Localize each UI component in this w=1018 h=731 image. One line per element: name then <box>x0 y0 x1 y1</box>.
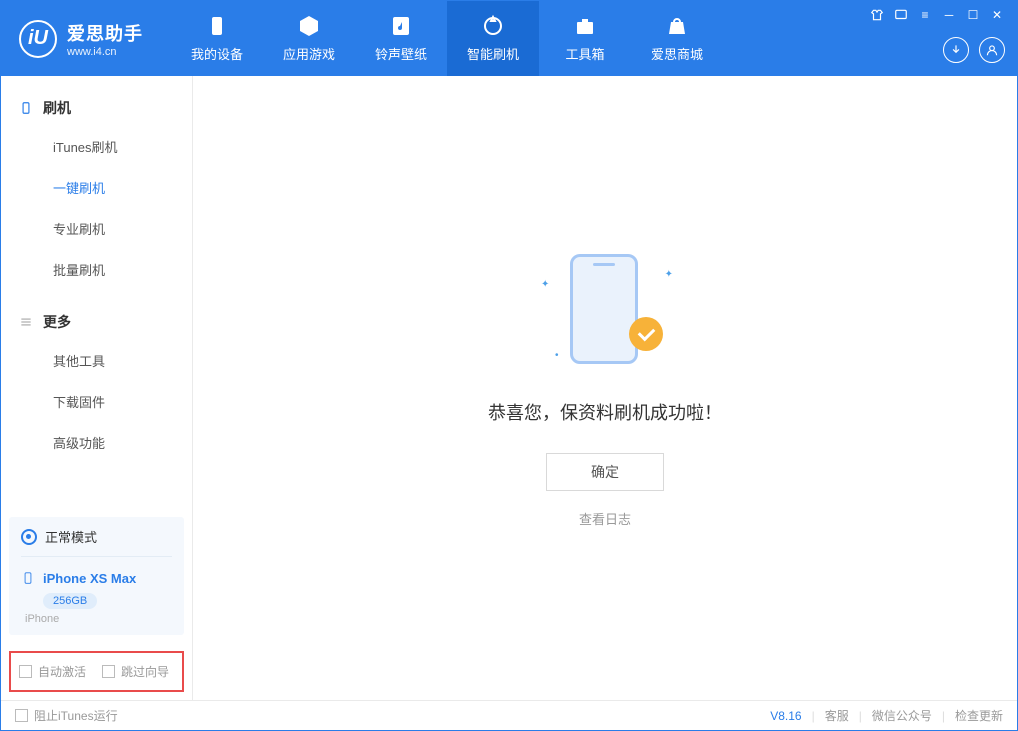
nav-tabs: 我的设备 应用游戏 铃声壁纸 智能刷机 工具箱 爱思商城 <box>171 1 723 76</box>
sparkle-icon: ✦ <box>541 279 549 290</box>
device-mode[interactable]: 正常模式 <box>21 527 172 557</box>
bottom-checks-highlight: 自动激活 跳过向导 <box>9 651 184 692</box>
tab-store[interactable]: 爱思商城 <box>631 1 723 76</box>
user-controls <box>943 37 1005 63</box>
main-content: ✦ ✦ • 恭喜您，保资料刷机成功啦！ 确定 查看日志 <box>193 76 1017 700</box>
sidebar-title: 更多 <box>43 312 71 332</box>
sidebar-header-more: 更多 <box>1 304 192 340</box>
checkbox-label: 跳过向导 <box>121 663 169 680</box>
footer-right: V8.16 | 客服 | 微信公众号 | 检查更新 <box>770 707 1003 724</box>
success-illustration: ✦ ✦ • <box>535 249 675 369</box>
sidebar-item-itunes-flash[interactable]: iTunes刷机 <box>1 126 192 167</box>
phone-illustration <box>570 254 638 364</box>
mode-icon <box>21 529 37 545</box>
device-icon <box>205 14 229 38</box>
footer: 阻止iTunes运行 V8.16 | 客服 | 微信公众号 | 检查更新 <box>1 700 1017 730</box>
checkbox-icon <box>15 709 28 722</box>
sparkle-icon: • <box>555 350 559 361</box>
phone-icon <box>19 101 33 115</box>
tab-toolbox[interactable]: 工具箱 <box>539 1 631 76</box>
checkbox-block-itunes[interactable]: 阻止iTunes运行 <box>15 707 118 724</box>
device-name: iPhone XS Max <box>43 571 136 586</box>
sidebar-header-flash: 刷机 <box>1 90 192 126</box>
checkbox-icon <box>19 665 32 678</box>
ok-button[interactable]: 确定 <box>546 453 664 491</box>
sidebar-title: 刷机 <box>43 98 71 118</box>
tab-label: 智能刷机 <box>467 44 519 63</box>
checkbox-icon <box>102 665 115 678</box>
minimize-button[interactable]: ─ <box>941 7 957 23</box>
check-badge-icon <box>629 317 663 351</box>
footer-link-wechat[interactable]: 微信公众号 <box>872 707 932 724</box>
checkbox-skip-guide[interactable]: 跳过向导 <box>102 663 169 680</box>
app-title: 爱思助手 <box>67 20 143 46</box>
app-header: iU 爱思助手 www.i4.cn 我的设备 应用游戏 铃声壁纸 智能刷机 工具… <box>1 1 1017 76</box>
sidebar-item-advanced[interactable]: 高级功能 <box>1 422 192 463</box>
download-button[interactable] <box>943 37 969 63</box>
body: 刷机 iTunes刷机 一键刷机 专业刷机 批量刷机 更多 其他工具 下载固件 … <box>1 76 1017 700</box>
tab-label: 爱思商城 <box>651 44 703 63</box>
success-message: 恭喜您，保资料刷机成功啦！ <box>488 399 722 425</box>
shirt-icon[interactable] <box>869 7 885 23</box>
tab-label: 我的设备 <box>191 44 243 63</box>
sparkle-icon: ✦ <box>665 269 673 280</box>
phone-outline-icon <box>21 569 35 587</box>
divider: | <box>859 709 862 723</box>
device-name-row[interactable]: iPhone XS Max <box>21 569 172 587</box>
logo-icon: iU <box>19 20 57 58</box>
header-right: ≡ ─ ☐ ✕ <box>869 1 1005 63</box>
sidebar-section-more: 更多 其他工具 下载固件 高级功能 <box>1 290 192 463</box>
window-controls: ≡ ─ ☐ ✕ <box>869 1 1005 29</box>
sidebar-item-oneclick-flash[interactable]: 一键刷机 <box>1 167 192 208</box>
sidebar-item-pro-flash[interactable]: 专业刷机 <box>1 208 192 249</box>
view-log-link[interactable]: 查看日志 <box>579 509 631 528</box>
sidebar-item-download-firmware[interactable]: 下载固件 <box>1 381 192 422</box>
tab-smart-flash[interactable]: 智能刷机 <box>447 1 539 76</box>
version-label[interactable]: V8.16 <box>770 709 801 723</box>
divider: | <box>942 709 945 723</box>
logo-area[interactable]: iU 爱思助手 www.i4.cn <box>1 20 161 58</box>
menu-icon[interactable]: ≡ <box>917 7 933 23</box>
feedback-icon[interactable] <box>893 7 909 23</box>
maximize-button[interactable]: ☐ <box>965 7 981 23</box>
divider: | <box>812 709 815 723</box>
logo-text: 爱思助手 www.i4.cn <box>67 20 143 58</box>
app-url: www.i4.cn <box>67 46 143 58</box>
tab-apps-games[interactable]: 应用游戏 <box>263 1 355 76</box>
music-icon <box>389 14 413 38</box>
footer-link-support[interactable]: 客服 <box>825 707 849 724</box>
device-panel: 正常模式 iPhone XS Max 256GB iPhone <box>9 517 184 635</box>
close-button[interactable]: ✕ <box>989 7 1005 23</box>
tab-label: 工具箱 <box>565 44 604 63</box>
device-mode-label: 正常模式 <box>45 527 97 546</box>
sidebar-item-other-tools[interactable]: 其他工具 <box>1 340 192 381</box>
device-type: iPhone <box>25 613 172 625</box>
sidebar-spacer <box>1 463 192 509</box>
footer-link-update[interactable]: 检查更新 <box>955 707 1003 724</box>
refresh-icon <box>481 14 505 38</box>
store-icon <box>665 14 689 38</box>
tab-label: 铃声壁纸 <box>375 44 427 63</box>
device-storage-badge: 256GB <box>43 593 97 609</box>
checkbox-auto-activate[interactable]: 自动激活 <box>19 663 86 680</box>
sidebar: 刷机 iTunes刷机 一键刷机 专业刷机 批量刷机 更多 其他工具 下载固件 … <box>1 76 193 700</box>
tab-ringtone-wallpaper[interactable]: 铃声壁纸 <box>355 1 447 76</box>
checkbox-label: 自动激活 <box>38 663 86 680</box>
list-icon <box>19 315 33 329</box>
toolbox-icon <box>573 14 597 38</box>
tab-my-device[interactable]: 我的设备 <box>171 1 263 76</box>
cube-icon <box>297 14 321 38</box>
user-button[interactable] <box>979 37 1005 63</box>
checkbox-label: 阻止iTunes运行 <box>34 707 118 724</box>
sidebar-item-batch-flash[interactable]: 批量刷机 <box>1 249 192 290</box>
tab-label: 应用游戏 <box>283 44 335 63</box>
sidebar-section-flash: 刷机 iTunes刷机 一键刷机 专业刷机 批量刷机 <box>1 76 192 290</box>
